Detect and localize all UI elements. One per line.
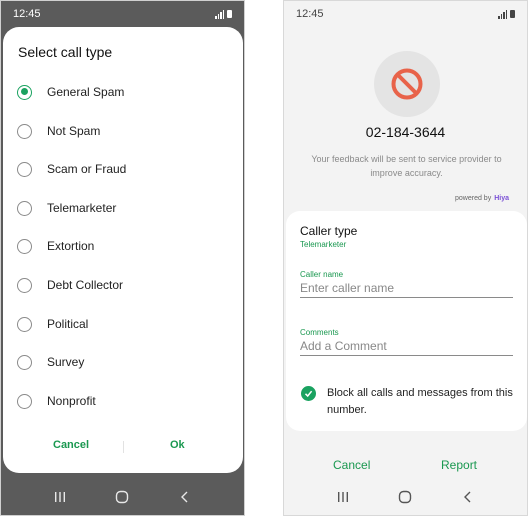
option-nonprofit[interactable]: Nonprofit	[3, 382, 243, 420]
select-call-type-dialog: Select call type General Spam Not Spam S…	[3, 27, 243, 473]
radio-icon[interactable]	[17, 354, 32, 370]
status-icons	[215, 9, 232, 19]
option-label: General Spam	[47, 85, 125, 99]
status-bar: 12:45	[1, 1, 244, 27]
signal-icon	[215, 9, 224, 19]
option-label: Nonprofit	[47, 394, 96, 408]
radio-icon[interactable]	[17, 238, 32, 254]
navigation-bar	[1, 479, 244, 515]
option-general-spam[interactable]: General Spam	[3, 73, 243, 111]
right-phone-screen: 12:45 02-184-3644 Your feedback will be …	[283, 0, 528, 516]
navigation-bar	[284, 479, 527, 515]
home-icon[interactable]	[109, 487, 135, 507]
phone-number: 02-184-3644	[365, 124, 446, 140]
option-political[interactable]: Political	[3, 305, 243, 343]
option-label: Political	[47, 317, 89, 331]
caller-name-input[interactable]	[300, 278, 513, 298]
powered-by-label: powered by	[455, 195, 492, 202]
radio-selected-icon[interactable]	[17, 84, 32, 100]
option-label: Survey	[47, 355, 85, 369]
block-icon	[391, 68, 423, 100]
caller-type-title[interactable]: Caller type	[300, 224, 357, 238]
radio-icon[interactable]	[17, 123, 32, 139]
caller-type-value[interactable]: Telemarketer	[300, 240, 346, 249]
home-icon[interactable]	[392, 487, 418, 507]
option-scam-or-fraud[interactable]: Scam or Fraud	[3, 150, 243, 188]
ok-button[interactable]: Ok	[170, 439, 185, 451]
option-survey[interactable]: Survey	[3, 343, 243, 381]
cancel-button[interactable]: Cancel	[333, 458, 370, 472]
button-divider	[123, 441, 124, 453]
option-label: Not Spam	[47, 124, 101, 138]
left-phone-screen: 12:45 Select call type General Spam Not …	[0, 0, 245, 516]
option-label: Scam or Fraud	[47, 162, 127, 176]
feedback-text: Your feedback will be sent to service pr…	[311, 154, 502, 178]
option-label: Extortion	[47, 239, 95, 253]
battery-icon	[510, 10, 515, 18]
back-icon[interactable]	[172, 487, 198, 507]
back-icon[interactable]	[455, 487, 481, 507]
report-button[interactable]: Report	[441, 458, 477, 472]
option-not-spam[interactable]: Not Spam	[3, 112, 243, 150]
block-calls-checkbox-row[interactable]: Block all calls and messages from this n…	[300, 385, 520, 419]
block-calls-label: Block all calls and messages from this n…	[327, 387, 513, 416]
recent-apps-icon[interactable]	[47, 487, 73, 507]
option-label: Telemarketer	[47, 201, 117, 215]
option-debt-collector[interactable]: Debt Collector	[3, 266, 243, 304]
comments-input[interactable]	[300, 336, 513, 356]
radio-icon[interactable]	[17, 393, 32, 409]
caller-avatar	[374, 51, 440, 117]
recent-apps-icon[interactable]	[330, 487, 356, 507]
checkbox-checked-icon[interactable]	[301, 386, 316, 401]
option-label: Debt Collector	[47, 278, 124, 292]
radio-icon[interactable]	[17, 200, 32, 216]
status-time: 12:45	[13, 8, 41, 20]
dialog-title: Select call type	[18, 44, 113, 60]
status-bar: 12:45	[284, 1, 527, 27]
hiya-logo: Hiya	[494, 195, 509, 202]
option-telemarketer[interactable]: Telemarketer	[3, 189, 243, 227]
radio-icon[interactable]	[17, 161, 32, 177]
radio-icon[interactable]	[17, 277, 32, 293]
signal-icon	[498, 9, 507, 19]
battery-icon	[227, 10, 232, 18]
report-form-card: Caller type Telemarketer Caller name Com…	[286, 211, 527, 431]
radio-icon[interactable]	[17, 316, 32, 332]
option-extortion[interactable]: Extortion	[3, 227, 243, 265]
powered-by: powered by Hiya	[455, 195, 509, 202]
status-icons	[498, 9, 515, 19]
status-time: 12:45	[296, 8, 324, 20]
cancel-button[interactable]: Cancel	[53, 439, 89, 451]
